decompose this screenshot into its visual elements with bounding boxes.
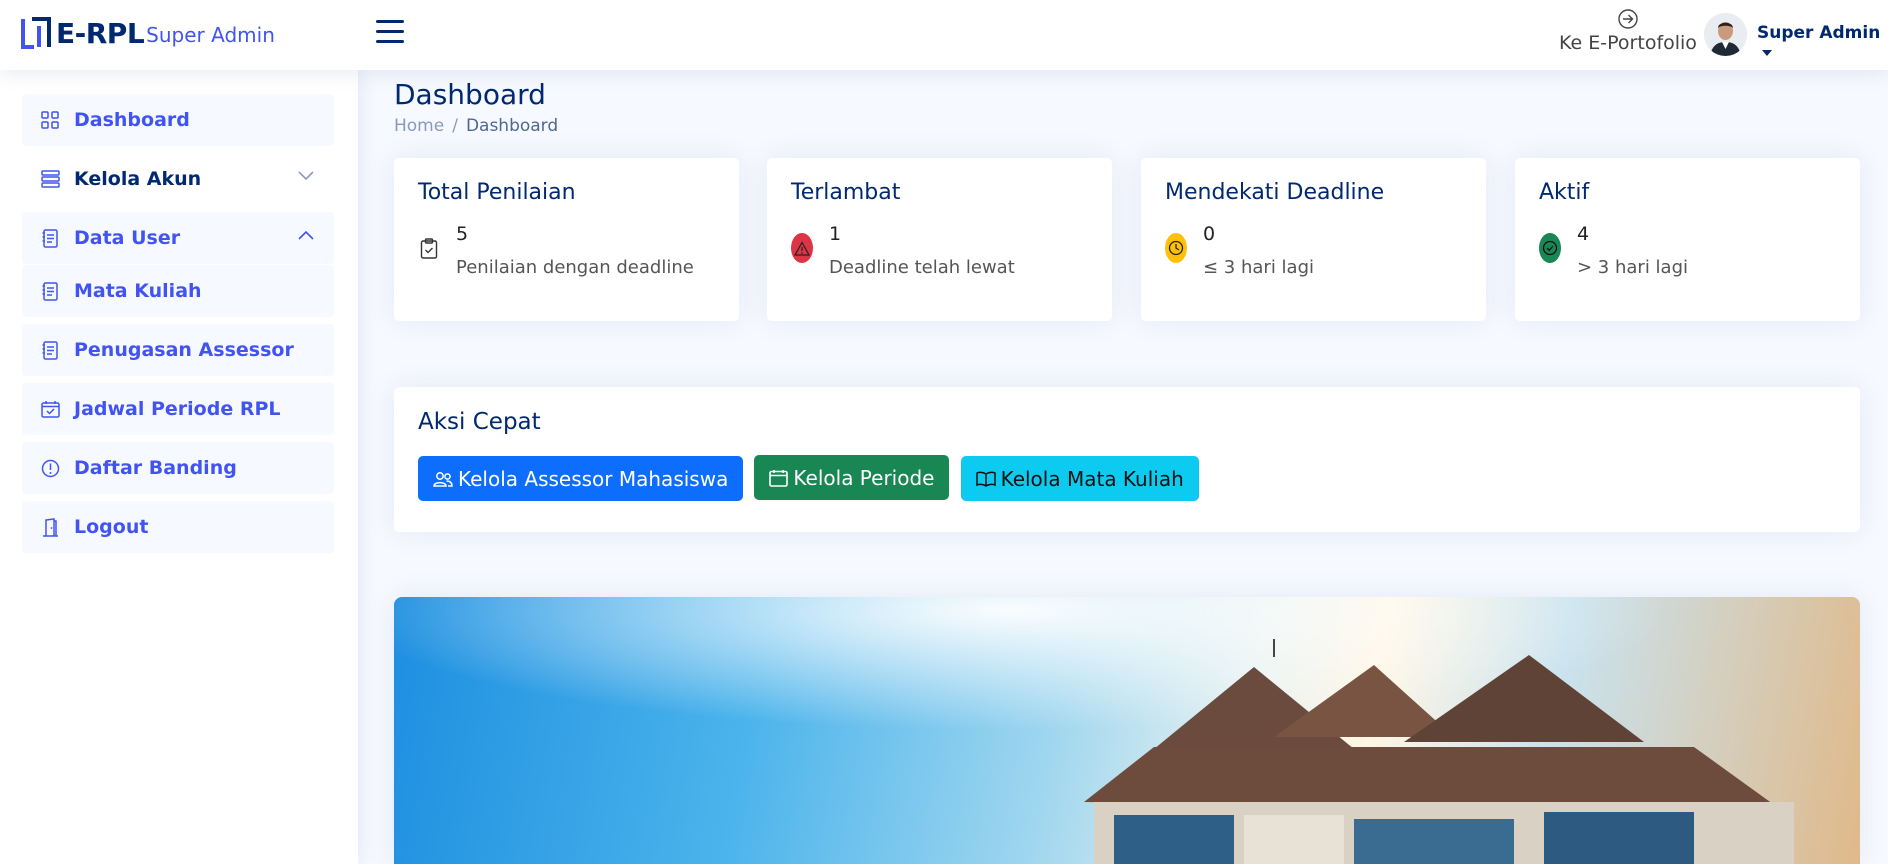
sidebar-item-label: Mata Kuliah <box>74 280 202 302</box>
sidebar-item-label: Jadwal Periode RPL <box>74 398 281 420</box>
sidebar: Dashboard Kelola Akun Data User Mata Kul… <box>0 70 358 864</box>
stat-title: Aktif <box>1539 180 1590 205</box>
sidebar-item-dashboard[interactable]: Dashboard <box>22 94 334 146</box>
stat-value: 5 <box>456 223 469 245</box>
button-label: Kelola Mata Kuliah <box>1000 466 1184 491</box>
sidebar-item-label: Logout <box>74 516 149 538</box>
calendar-icon <box>769 469 789 487</box>
breadcrumb: Home / Dashboard <box>394 116 559 136</box>
sidebar-item-mata-kuliah[interactable]: Mata Kuliah <box>22 265 334 317</box>
stat-card-mendekati-deadline: Mendekati Deadline 0 ≤ 3 hari lagi <box>1141 158 1486 321</box>
sidebar-item-jadwal-periode[interactable]: Jadwal Periode RPL <box>22 383 334 435</box>
stat-value: 0 <box>1203 223 1216 245</box>
stat-card-aktif: Aktif 4 > 3 hari lagi <box>1515 158 1860 321</box>
people-icon <box>433 471 453 487</box>
breadcrumb-home-link[interactable]: Home <box>394 116 444 136</box>
campus-hero-image <box>394 597 1860 864</box>
avatar[interactable] <box>1704 13 1747 56</box>
stat-value: 1 <box>829 223 842 245</box>
logo-text: E-RPL <box>56 16 145 50</box>
clipboard-check-icon <box>418 233 440 263</box>
breadcrumb-current: Dashboard <box>465 116 559 136</box>
caret-down-icon <box>1762 50 1772 56</box>
document-icon <box>40 228 60 248</box>
sidebar-item-label: Kelola Akun <box>74 168 202 190</box>
grid-icon <box>40 110 60 130</box>
sidebar-item-label: Data User <box>74 227 181 249</box>
logo-icon <box>21 17 51 49</box>
book-icon <box>975 471 996 487</box>
menu-toggle-button[interactable] <box>376 20 404 46</box>
stat-description: Deadline telah lewat <box>829 257 1015 278</box>
kelola-mata-kuliah-button[interactable]: Kelola Mata Kuliah <box>960 456 1199 501</box>
sidebar-item-logout[interactable]: Logout <box>22 501 334 553</box>
warning-triangle-icon <box>791 233 813 263</box>
portfolio-link-label: Ke E-Portofolio <box>1559 32 1697 54</box>
stat-title: Terlambat <box>791 180 901 205</box>
stat-description: Penilaian dengan deadline <box>456 257 694 278</box>
logo[interactable]: E-RPL Super Admin <box>20 16 275 50</box>
button-label: Kelola Assessor Mahasiswa <box>458 466 729 491</box>
button-label: Kelola Periode <box>793 465 935 490</box>
logo-subtitle: Super Admin <box>146 23 275 47</box>
sidebar-item-label: Dashboard <box>74 109 190 131</box>
arrow-right-circle-icon <box>1618 9 1638 29</box>
sidebar-item-daftar-banding[interactable]: Daftar Banding <box>22 442 334 494</box>
sidebar-item-label: Daftar Banding <box>74 457 237 479</box>
sidebar-item-penugasan-assessor[interactable]: Penugasan Assessor <box>22 324 334 376</box>
stat-value: 4 <box>1577 223 1590 245</box>
avatar-image <box>1704 13 1747 56</box>
chevron-down-icon <box>298 171 314 181</box>
user-menu-toggle[interactable]: Super Admin <box>1757 23 1888 63</box>
stat-description: > 3 hari lagi <box>1577 257 1688 278</box>
kelola-assessor-button[interactable]: Kelola Assessor Mahasiswa <box>418 456 744 501</box>
kelola-periode-button[interactable]: Kelola Periode <box>754 455 950 500</box>
top-header: E-RPL Super Admin Ke E-Portofolio Super … <box>0 0 1888 70</box>
document-icon <box>40 281 60 301</box>
sidebar-item-label: Penugasan Assessor <box>74 339 294 361</box>
check-circle-icon <box>1539 233 1561 263</box>
sidebar-item-kelola-akun[interactable]: Kelola Akun <box>22 153 334 205</box>
clock-icon <box>1165 233 1187 263</box>
user-name: Super Admin <box>1757 23 1881 43</box>
stat-title: Mendekati Deadline <box>1165 180 1385 205</box>
sidebar-item-data-user[interactable]: Data User <box>22 212 334 264</box>
stat-description: ≤ 3 hari lagi <box>1203 257 1314 278</box>
server-icon <box>40 169 60 189</box>
calendar-check-icon <box>40 399 60 419</box>
portfolio-link[interactable]: Ke E-Portofolio <box>1558 8 1698 54</box>
page-title: Dashboard <box>394 78 546 111</box>
chevron-up-icon <box>298 230 314 240</box>
stat-card-total-penilaian: Total Penilaian 5 Penilaian dengan deadl… <box>394 158 739 321</box>
stat-title: Total Penilaian <box>418 180 576 205</box>
exclamation-circle-icon <box>40 458 60 478</box>
campus-building-illustration <box>394 597 1860 864</box>
document-icon <box>40 340 60 360</box>
quick-actions-title: Aksi Cepat <box>418 409 541 435</box>
quick-actions-card: Aksi Cepat Kelola Assessor Mahasiswa Kel… <box>394 387 1860 532</box>
door-icon <box>40 517 60 537</box>
stat-card-terlambat: Terlambat 1 Deadline telah lewat <box>767 158 1112 321</box>
